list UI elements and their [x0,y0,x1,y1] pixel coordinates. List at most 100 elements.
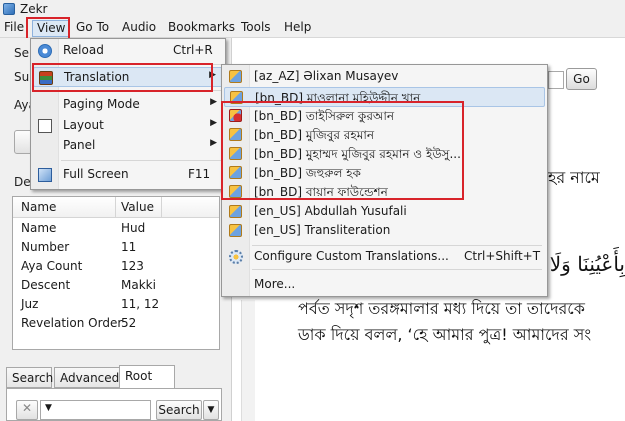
translation-flag-icon [230,91,243,104]
menu-item-label: Panel [63,138,96,152]
menu-tools[interactable]: Tools [237,20,275,37]
menu-separator [252,245,542,246]
combo-arrow-icon: ▼ [45,403,52,413]
translation-flag-icon [229,205,242,218]
tab-root[interactable]: Root [119,365,175,389]
menu-item-label: Translation [64,70,130,84]
go-button[interactable]: Go [566,68,597,90]
details-table: Name Value Name Hud Number 11 Aya Count … [12,196,220,350]
menu-item-label: [az_AZ] Əlixan Musayev [254,69,399,83]
menu-help[interactable]: Help [280,20,315,37]
row-name-cell: Name [21,221,57,235]
submenu-arrow-icon: ▶ [209,70,216,80]
fullscreen-icon [38,168,52,182]
translation-item[interactable]: [bn_BD] মুহাম্মদ মুজিবুর রহমান ও ইউসু... [224,144,545,164]
menu-item-label: Configure Custom Translations... [254,249,449,263]
menu-item-label: More... [254,277,296,291]
translation-flag-icon [229,128,242,141]
row-name-cell: Juz [21,297,39,311]
app-icon [3,3,15,15]
menu-audio[interactable]: Audio [118,20,160,37]
view-menu: Reload Ctrl+R Translation ▶ Paging Mode … [30,38,226,190]
submenu-arrow-icon: ▶ [210,138,217,148]
search-button[interactable]: Search [156,400,202,420]
search-options-button[interactable]: ▼ [203,400,219,420]
row-value-cell: 11, 12 [121,297,160,311]
menu-item-label: [en_US] Transliteration [254,223,391,237]
layout-icon [38,119,52,133]
menu-bookmarks[interactable]: Bookmarks [164,20,239,37]
translation-flag-icon [229,147,242,160]
aya-number-field[interactable] [548,71,564,89]
bengali-text-fragment: হর নামে [548,168,600,187]
configure-icon [229,250,243,264]
row-name-cell: Aya Count [21,259,83,273]
translation-submenu: [az_AZ] Əlixan Musayev [bn_BD] মাওলানা ম… [221,64,548,297]
tab-search[interactable]: Search [6,367,53,388]
row-value-cell: Makki [121,278,156,292]
menu-item-full-screen[interactable]: Full Screen F11 [33,165,223,185]
column-header-value[interactable]: Value [121,200,154,214]
menu-goto[interactable]: Go To [72,20,113,37]
table-row[interactable]: Revelation Order 52 [13,314,219,333]
table-row[interactable]: Name Hud [13,219,219,238]
table-row[interactable]: Juz 11, 12 [13,295,219,314]
row-value-cell: 123 [121,259,144,273]
root-search-panel: ✕ ▼ Search ▼ [6,388,222,421]
column-divider [161,197,162,218]
menu-item-paging-mode[interactable]: Paging Mode ▶ [33,95,223,115]
menu-separator [61,90,221,91]
arabic-text-fragment: بِأَعْيُنِنَا وَلَا تُ [524,252,625,276]
menu-item-label: Full Screen [63,167,129,181]
translation-error-icon [229,109,242,122]
row-value-cell: Hud [121,221,146,235]
row-name-cell: Number [21,240,70,254]
reload-icon [38,44,52,58]
menu-item-label: [bn_BD] বায়ান ফাউন্ডেশন [254,185,388,199]
menu-item-translation[interactable]: Translation ▶ [33,67,223,87]
translation-item[interactable]: [bn_BD] তাইসিরুল কুরআন [224,106,545,126]
menu-item-configure-translations[interactable]: Configure Custom Translations... Ctrl+Sh… [224,247,545,267]
menu-separator [61,64,221,65]
menu-bar: File View Go To Audio Bookmarks Tools He… [0,18,625,38]
books-icon [39,71,53,85]
translation-item[interactable]: [bn_BD] মাওলানা মহিউদ্দীন খান [224,87,545,107]
translation-item[interactable]: [az_AZ] Əlixan Musayev [224,67,545,87]
menu-item-label: Paging Mode [63,97,140,111]
menu-item-layout[interactable]: Layout ▶ [33,116,223,136]
translation-item[interactable]: [bn_BD] মুজিবুর রহমান [224,125,545,145]
translation-flag-icon [229,166,242,179]
menu-file[interactable]: File [0,20,28,37]
table-row[interactable]: Aya Count 123 [13,257,219,276]
column-header-name[interactable]: Name [21,200,56,214]
translation-item[interactable]: [en_US] Transliteration [224,221,545,241]
table-row[interactable]: Number 11 [13,238,219,257]
row-value-cell: 11 [121,240,137,254]
menu-item-shortcut: Ctrl+R [173,43,213,57]
menu-view[interactable]: View [32,20,71,37]
bengali-translation-line: ডাক দিয়ে বলল, ‘হে আমার পুত্র! আমাদের সং [298,325,592,344]
menu-item-panel[interactable]: Panel ▶ [33,136,223,156]
menu-item-shortcut: Ctrl+Shift+T [464,249,541,263]
translation-flag-icon [229,185,242,198]
menu-item-shortcut: F11 [188,167,211,181]
menu-separator [252,269,542,270]
translation-item[interactable]: [bn_BD] বায়ান ফাউন্ডেশন [224,182,545,202]
menu-item-more[interactable]: More... [224,275,545,295]
row-name-cell: Descent [21,278,71,292]
root-combo[interactable]: ▼ [40,400,151,420]
row-name-cell: Revelation Order [21,316,123,330]
submenu-arrow-icon: ▶ [210,118,217,128]
table-row[interactable]: Descent Makki [13,276,219,295]
menu-item-reload[interactable]: Reload Ctrl+R [33,41,223,61]
menu-item-label: Layout [63,118,104,132]
bengali-translation-line: পর্বত সদৃশ তরঙ্গমালার মধ্য দিয়ে তা তাদে… [298,299,585,318]
tab-advanced[interactable]: Advanced [54,367,120,388]
content-scrollbar[interactable] [241,300,255,421]
translation-item[interactable]: [en_US] Abdullah Yusufali [224,202,545,222]
menu-item-label: [en_US] Abdullah Yusufali [254,204,407,218]
column-divider [115,197,116,218]
title-bar: Zekr [0,0,625,18]
translation-item[interactable]: [bn_BD] জহুরুল হক [224,163,545,183]
clear-button[interactable]: ✕ [16,400,38,420]
